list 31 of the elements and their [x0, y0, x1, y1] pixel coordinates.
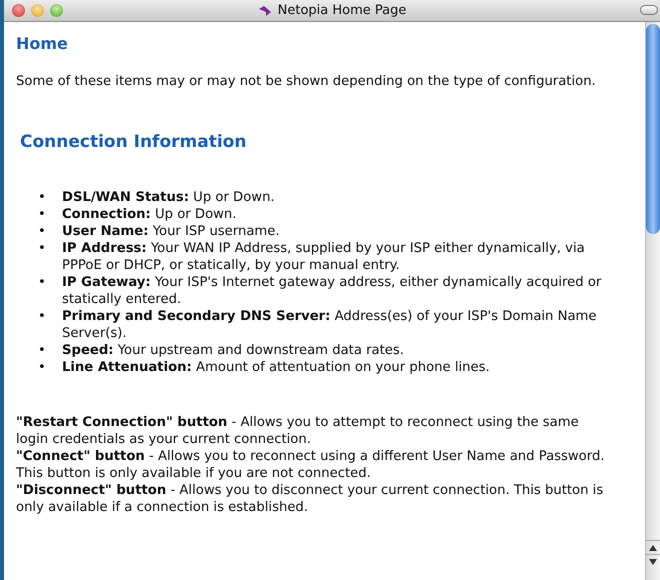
- bullet: •: [38, 274, 47, 292]
- bullet: •: [38, 342, 47, 359]
- list-item: Primary and Secondary DNS Server: Address(es) of your ISP's Domain Name Server(s).: [62, 308, 598, 342]
- list-item: Connection: Up or Down.: [62, 206, 236, 223]
- page-heading: Home: [16, 34, 69, 54]
- bookmark-icon: [258, 4, 272, 16]
- scroll-down-icon[interactable]: [649, 558, 657, 564]
- button-description: "Restart Connection" button - Allows you to attempt to reconnect using the same login credentials as your current connection.: [16, 414, 580, 448]
- list-item: DSL/WAN Status: Up or Down.: [62, 188, 275, 206]
- scroll-up-icon[interactable]: [649, 544, 657, 550]
- button-description: "Disconnect" button - Allows you to disconnect your current connection. This button is only available if a connection is established.: [16, 482, 604, 516]
- bullet: •: [38, 308, 47, 326]
- section-heading: Connection Information: [20, 132, 248, 153]
- toolbar-toggle-button[interactable]: [640, 5, 658, 15]
- bullet: •: [38, 206, 47, 223]
- bullet: •: [38, 222, 47, 240]
- bullet: •: [38, 240, 47, 258]
- scrollbar[interactable]: [645, 22, 660, 580]
- list-item: Speed: Your upstream and downstream data rates.: [62, 342, 404, 359]
- window-title: Netopia Home Page: [278, 2, 406, 20]
- list-item: Line Attenuation: Amount of attentuation on your phone lines.: [62, 358, 490, 376]
- close-button[interactable]: [12, 4, 25, 17]
- list-item: User Name: Your ISP username.: [62, 222, 280, 240]
- list-item: IP Address: Your WAN IP Address, supplied by your ISP either dynamically, via PPPoE or DHCP, or statically, by your manual entry.: [62, 240, 586, 274]
- bullet: •: [38, 188, 47, 206]
- zoom-button[interactable]: [50, 4, 63, 17]
- list-item: IP Gateway: Your ISP's Internet gateway address, either dynamically acquired or statically entered.: [62, 274, 602, 308]
- button-description: "Connect" button - Allows you to reconnect using a different User Name and Password. This button is only available if you are not connected.: [16, 448, 606, 482]
- scroll-thumb[interactable]: [646, 24, 660, 234]
- bullet: •: [38, 358, 47, 376]
- intro-paragraph: Some of these items may or may not be shown depending on the type of configuration.: [16, 73, 597, 90]
